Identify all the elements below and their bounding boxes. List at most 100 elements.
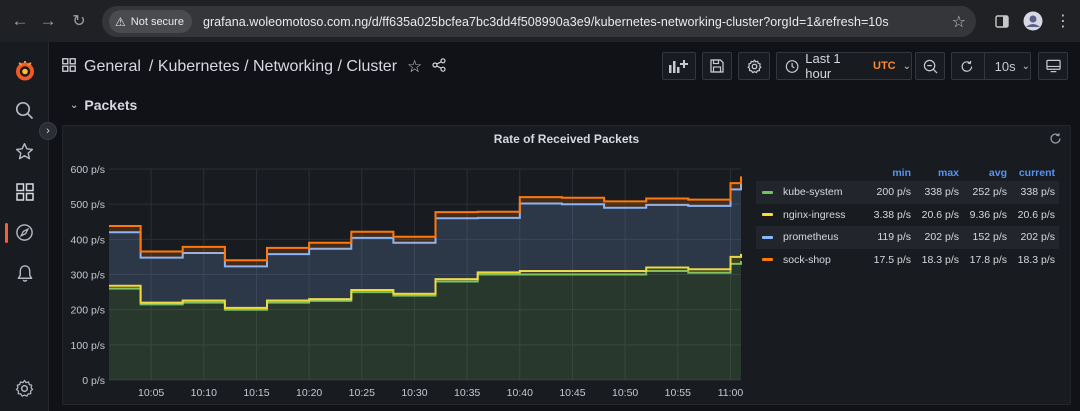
legend-row[interactable]: prometheus 119 p/s 202 p/s 152 p/s 202 p… [756, 226, 1059, 249]
dashboard-grid-icon [62, 57, 76, 77]
alerting-bell-icon[interactable] [0, 261, 49, 285]
legend-max-value: 202 p/s [924, 231, 959, 244]
x-tick-label: 10:05 [138, 387, 164, 399]
reload-icon[interactable]: ↻ [64, 6, 94, 36]
legend-min-value: 200 p/s [876, 186, 911, 199]
legend-max-value: 18.3 p/s [921, 253, 959, 266]
settings-gear-icon[interactable] [0, 376, 49, 400]
refresh-interval-label: 10s [994, 58, 1016, 74]
stacked-area-chart[interactable]: 0 p/s 100 p/s 200 p/s 300 p/s 400 p/s 500 p/s… [63, 126, 743, 401]
row-title: Packets [84, 97, 138, 113]
breadcrumb-dashboard-title[interactable]: / Kubernetes / Networking / Cluster [149, 58, 397, 76]
x-tick-label: 10:45 [559, 387, 585, 399]
series-color-swatch[interactable] [762, 235, 773, 239]
breadcrumb-folder[interactable]: General [84, 58, 141, 76]
legend-max-value: 338 p/s [924, 186, 959, 199]
mark-favorite-star-icon[interactable]: ☆ [407, 57, 422, 77]
legend-series-name[interactable]: kube-system [783, 186, 843, 198]
legend-series-name[interactable]: prometheus [783, 231, 838, 243]
legend-header-current[interactable]: current [1009, 167, 1057, 179]
y-tick-label: 0 p/s [82, 375, 105, 387]
legend-row[interactable]: nginx-ingress 3.38 p/s 20.6 p/s 9.36 p/s… [756, 204, 1059, 227]
legend-current-value: 20.6 p/s [1017, 208, 1055, 221]
refresh-picker[interactable]: 10s ⌄ [951, 52, 1031, 80]
tv-mode-button[interactable] [1038, 52, 1068, 80]
grafana-logo-icon[interactable] [0, 56, 49, 86]
x-tick-label: 11:00 [718, 387, 743, 399]
time-range-picker[interactable]: Last 1 hour UTC ⌄ [776, 51, 912, 81]
add-panel-button[interactable] [662, 52, 696, 80]
chevron-down-icon: ⌄ [1021, 60, 1030, 72]
y-tick-label: 600 p/s [71, 164, 105, 176]
starred-icon[interactable] [0, 139, 49, 163]
breadcrumb: General / Kubernetes / Networking / Clus… [62, 56, 446, 78]
save-dashboard-button[interactable] [702, 52, 732, 80]
x-tick-label: 10:40 [507, 387, 533, 399]
security-chip[interactable]: ⚠ Not secure [109, 10, 192, 33]
legend-table: min max avg current kube-system 200 p/s … [756, 165, 1059, 271]
legend-avg-value: 9.36 p/s [969, 208, 1007, 221]
timezone-badge: UTC [873, 60, 896, 72]
warning-icon: ⚠ [115, 14, 126, 29]
x-tick-label: 10:20 [296, 387, 322, 399]
legend-avg-value: 152 p/s [972, 231, 1007, 244]
share-icon[interactable] [432, 57, 446, 77]
chevron-down-icon: ⌄ [70, 99, 79, 111]
row-header[interactable]: ⌄ Packets [70, 97, 137, 113]
clock-icon [785, 59, 799, 73]
side-nav: › [0, 42, 57, 411]
bookmark-star-icon[interactable]: ☆ [952, 12, 966, 32]
legend-row[interactable]: kube-system 200 p/s 338 p/s 252 p/s 338 … [756, 181, 1059, 204]
gear-icon [747, 59, 761, 73]
y-tick-label: 300 p/s [71, 270, 105, 282]
dashboards-icon[interactable] [0, 180, 49, 204]
legend-min-value: 119 p/s [877, 231, 911, 244]
series-color-swatch[interactable] [762, 213, 773, 217]
browser-toolbar: ← → ↻ ⚠ Not secure grafana.woleomotoso.c… [0, 0, 1080, 42]
legend-min-value: 3.38 p/s [873, 208, 911, 221]
series-color-swatch[interactable] [762, 190, 773, 194]
add-panel-icon [669, 60, 688, 73]
expand-nav-chevron-icon[interactable]: › [39, 122, 57, 140]
url-text: grafana.woleomotoso.com.ng/d/ff635a025bc… [202, 14, 889, 29]
x-tick-label: 10:10 [191, 387, 217, 399]
x-tick-label: 10:50 [612, 387, 638, 399]
legend-header-max[interactable]: max [913, 167, 961, 179]
explore-compass-icon[interactable] [0, 220, 49, 244]
legend-header-avg[interactable]: avg [961, 167, 1009, 179]
legend-header-min[interactable]: min [865, 167, 913, 179]
back-arrow-icon[interactable]: ← [5, 6, 35, 36]
legend-current-value: 338 p/s [1020, 186, 1055, 199]
x-tick-label: 10:35 [454, 387, 480, 399]
search-icon[interactable] [0, 98, 49, 122]
legend-header: min max avg current [756, 165, 1059, 181]
save-icon [710, 59, 724, 73]
legend-series-name[interactable]: nginx-ingress [783, 209, 845, 221]
monitor-icon [1045, 59, 1061, 73]
security-label: Not secure [130, 15, 184, 28]
series-color-swatch[interactable] [762, 258, 773, 262]
time-range-label: Last 1 hour [805, 51, 841, 81]
address-bar[interactable]: ⚠ Not secure grafana.woleomotoso.com.ng/… [102, 6, 976, 37]
panel-loading-refresh-icon [1049, 132, 1062, 148]
legend-series-name[interactable]: sock-shop [783, 254, 831, 266]
zoom-out-button[interactable] [915, 52, 945, 80]
chevron-down-icon: ⌄ [902, 60, 911, 72]
side-panel-icon[interactable] [990, 6, 1014, 36]
zoom-out-icon [923, 59, 938, 74]
refresh-icon [961, 60, 973, 72]
legend-avg-value: 252 p/s [972, 186, 1007, 199]
y-tick-label: 200 p/s [71, 305, 105, 317]
browser-menu-icon[interactable]: ⋮ [1054, 6, 1072, 36]
y-tick-label: 500 p/s [71, 199, 105, 211]
x-tick-label: 10:25 [349, 387, 375, 399]
forward-arrow-icon[interactable]: → [33, 6, 63, 36]
graph-panel[interactable]: Rate of Received Packets 0 p/s 100 p/s 200… [62, 125, 1071, 405]
legend-current-value: 202 p/s [1020, 231, 1055, 244]
dashboard-settings-button[interactable] [738, 52, 770, 80]
y-tick-label: 400 p/s [71, 234, 105, 246]
profile-avatar[interactable] [1022, 6, 1044, 36]
legend-avg-value: 17.8 p/s [969, 253, 1007, 266]
legend-max-value: 20.6 p/s [921, 208, 959, 221]
legend-row[interactable]: sock-shop 17.5 p/s 18.3 p/s 17.8 p/s 18.… [756, 249, 1059, 272]
